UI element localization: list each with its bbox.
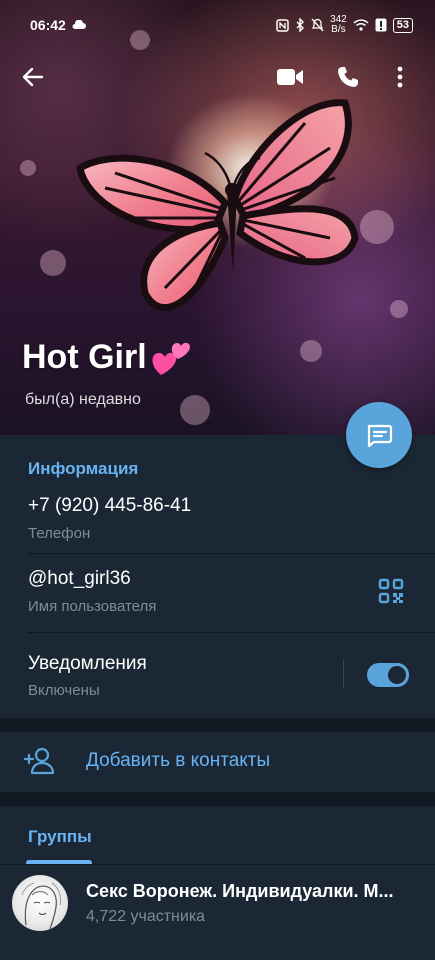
call-button[interactable] — [333, 62, 363, 92]
status-time: 06:42 — [30, 17, 66, 33]
butterfly-image — [76, 99, 359, 312]
add-contact-button[interactable]: Добавить в контакты — [0, 732, 435, 792]
profile-name: Hot Girl — [22, 338, 191, 377]
divider — [28, 632, 435, 633]
username-value: @hot_girl36 — [28, 568, 131, 589]
phone-icon — [338, 67, 358, 87]
toggle-knob — [385, 663, 409, 687]
profile-name-text: Hot Girl — [22, 338, 147, 376]
phone-value: +7 (920) 445-86-41 — [28, 495, 192, 516]
two-hearts-icon — [152, 342, 190, 375]
add-contact-label: Добавить в контакты — [86, 750, 271, 771]
notifications-label: Включены — [28, 682, 100, 699]
nfc-icon — [276, 18, 289, 32]
notifications-value: Уведомления — [28, 653, 147, 674]
video-call-button[interactable] — [275, 62, 305, 92]
send-message-button[interactable] — [346, 402, 412, 468]
list-item[interactable]: Секс Воронеж. Индивидуалки. М... 4,722 у… — [0, 865, 435, 960]
group-member-count: 4,722 участника — [86, 908, 206, 925]
section-separator — [0, 718, 435, 732]
battery-level: 53 — [392, 17, 413, 33]
phone-label: Телефон — [28, 525, 91, 542]
cloud-icon — [72, 20, 86, 29]
bluetooth-icon — [296, 18, 305, 32]
back-button[interactable] — [18, 62, 48, 92]
wifi-icon — [353, 19, 369, 31]
notifications-toggle[interactable] — [367, 663, 409, 687]
info-section-title: Информация — [28, 459, 139, 478]
tab-groups[interactable]: Группы — [28, 827, 92, 847]
network-speed-unit: B/s — [331, 24, 346, 35]
add-user-icon — [24, 747, 55, 775]
network-speed: 342 B/s — [330, 15, 347, 35]
section-separator — [0, 792, 435, 806]
mute-bell-icon — [311, 18, 324, 32]
qr-code-icon[interactable] — [378, 578, 404, 604]
divider — [28, 553, 435, 554]
more-vertical-icon — [397, 66, 403, 88]
top-action-bar — [0, 52, 435, 102]
group-title: Секс Воронеж. Индивидуалки. М... — [86, 881, 394, 901]
sketch-portrait-image — [21, 882, 61, 930]
last-seen-status: был(а) недавно — [25, 391, 141, 408]
username-label: Имя пользователя — [28, 598, 157, 615]
more-options-button[interactable] — [391, 62, 409, 92]
avatar — [12, 875, 68, 931]
message-icon — [367, 424, 393, 448]
vertical-divider — [343, 660, 344, 688]
status-bar: 06:42 342 B/s 53 — [0, 0, 435, 50]
video-call-icon — [277, 69, 303, 85]
back-arrow-icon — [22, 67, 44, 87]
alert-icon — [375, 18, 387, 32]
